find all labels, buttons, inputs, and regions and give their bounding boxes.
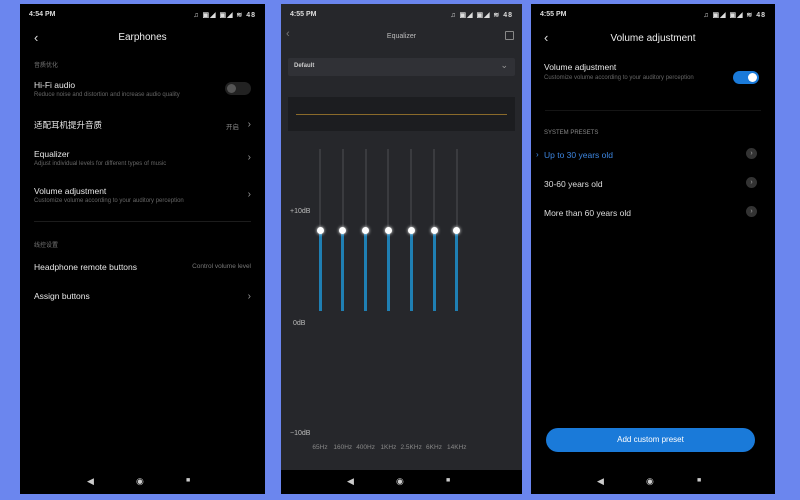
nav-recents-icon[interactable]: ■	[446, 477, 450, 484]
preset-label: More than 60 years old	[544, 208, 631, 218]
row-value: 开启	[226, 124, 239, 131]
nav-back-icon[interactable]: ◀	[347, 476, 354, 487]
row-subtitle: Adjust individual levels for different t…	[34, 161, 167, 167]
section-header: 线控设置	[34, 243, 59, 249]
slider-fill	[341, 230, 345, 311]
slider-fill	[318, 230, 322, 311]
status-bar: 4:54 PM ♫ ▣◢ ▣◢ ≋ 48	[29, 11, 256, 23]
slider-knob[interactable]	[430, 226, 438, 234]
slider-fill	[455, 230, 459, 311]
status-time: 4:55 PM	[540, 11, 567, 18]
nav-recents-icon[interactable]: ■	[186, 477, 190, 484]
status-time: 4:55 PM	[290, 11, 317, 18]
slider-knob[interactable]	[339, 226, 347, 234]
slider-fill	[409, 230, 413, 311]
equalizer-row[interactable]: Equalizer Adjust individual levels for d…	[34, 149, 251, 167]
adapt-row[interactable]: 适配耳机提升音质 开启 ›	[34, 119, 251, 131]
preset-item-selected[interactable]: › Up to 30 years old ›	[536, 148, 757, 160]
nav-home-icon[interactable]: ◉	[136, 476, 144, 487]
slider-knob[interactable]	[453, 226, 461, 234]
assign-buttons-row[interactable]: Assign buttons ›	[34, 291, 251, 302]
section-header: SYSTEM PRESETS	[544, 130, 599, 136]
volume-adjustment-toggle[interactable]	[733, 71, 759, 84]
slider-knob[interactable]	[362, 226, 370, 234]
nav-home-icon[interactable]: ◉	[646, 476, 654, 487]
slider-fill	[432, 230, 436, 311]
section-header: 音质优化	[34, 63, 59, 69]
slider-fill	[386, 230, 390, 311]
status-time: 4:54 PM	[29, 11, 56, 18]
row-title: Volume adjustment	[34, 186, 107, 196]
chevron-right-icon: ›	[247, 189, 251, 200]
status-icons: ♫ ▣◢ ▣◢ ≋ 48	[193, 12, 256, 19]
slider-knob[interactable]	[407, 226, 415, 234]
nav-back-icon[interactable]: ◀	[87, 476, 94, 487]
nav-bar: ◀ ◉ ■	[281, 470, 522, 494]
slider-knob[interactable]	[316, 226, 324, 234]
status-icons: ♫ ▣◢ ▣◢ ≋ 48	[703, 12, 766, 19]
preset-label: 30-60 years old	[544, 179, 603, 189]
selected-indicator-icon: ›	[536, 150, 539, 159]
status-icons: ♫ ▣◢ ▣◢ ≋ 48	[450, 12, 513, 19]
eq-curve-preview	[288, 97, 515, 131]
row-title: Equalizer	[34, 149, 70, 159]
preset-item[interactable]: 30-60 years old ›	[544, 177, 757, 189]
row-title: Assign buttons	[34, 291, 90, 301]
earphones-screen: 4:54 PM ♫ ▣◢ ▣◢ ≋ 48 ‹ Earphones 音质优化 Hi-…	[20, 4, 265, 494]
volume-adjustment-toggle-row[interactable]: Volume adjustment Customize volume accor…	[544, 62, 761, 84]
page-title: Earphones	[118, 32, 167, 43]
chevron-right-icon: ›	[247, 291, 251, 302]
hifi-audio-row[interactable]: Hi-Fi audio Reduce noise and distortion …	[34, 80, 251, 98]
chevron-circle-icon[interactable]: ›	[746, 206, 757, 217]
chevron-circle-icon[interactable]: ›	[746, 177, 757, 188]
row-title: Hi-Fi audio	[34, 80, 76, 90]
row-subtitle: Customize volume according to your audit…	[34, 198, 184, 204]
add-custom-preset-button[interactable]: Add custom preset	[546, 428, 755, 452]
status-bar: 4:55 PM ♫ ▣◢ ▣◢ ≋ 48	[290, 11, 513, 23]
db-label: −10dB	[290, 430, 311, 437]
preset-label: Up to 30 years old	[544, 150, 613, 160]
nav-bar: ◀ ◉ ■	[20, 470, 265, 494]
nav-back-icon[interactable]: ◀	[597, 476, 604, 487]
volume-adjustment-row[interactable]: Volume adjustment Customize volume accor…	[34, 186, 251, 204]
slider-knob[interactable]	[384, 226, 392, 234]
chevron-circle-icon[interactable]: ›	[746, 148, 757, 159]
chevron-right-icon: ›	[247, 152, 251, 163]
hifi-toggle[interactable]	[225, 82, 251, 95]
nav-home-icon[interactable]: ◉	[396, 476, 404, 487]
row-title: 适配耳机提升音质	[34, 120, 103, 130]
page-title: Volume adjustment	[610, 33, 696, 44]
divider	[545, 110, 761, 111]
row-title: Volume adjustment	[544, 62, 617, 72]
save-icon[interactable]	[505, 31, 514, 40]
db-label: +10dB	[290, 208, 311, 215]
divider	[34, 221, 251, 222]
volume-adjustment-screen: 4:55 PM ♫ ▣◢ ▣◢ ≋ 48 ‹ Volume adjustment …	[531, 4, 775, 494]
nav-recents-icon[interactable]: ■	[697, 477, 701, 484]
band-label: 14KHz	[447, 444, 467, 451]
status-bar: 4:55 PM ♫ ▣◢ ▣◢ ≋ 48	[540, 11, 766, 23]
preset-item[interactable]: More than 60 years old ›	[544, 206, 757, 218]
nav-bar: ◀ ◉ ■	[531, 470, 775, 494]
db-label: 0dB	[293, 320, 306, 327]
preset-value: Default	[294, 63, 315, 69]
preset-dropdown[interactable]: Default ⌄	[288, 58, 515, 76]
row-value: Control volume level	[192, 263, 251, 270]
equalizer-screen: 4:55 PM ♫ ▣◢ ▣◢ ≋ 48 ‹ Equalizer Default …	[281, 4, 522, 494]
headphone-remote-row[interactable]: Headphone remote buttons Control volume …	[34, 262, 251, 272]
row-subtitle: Reduce noise and distortion and increase…	[34, 92, 180, 98]
page-title: Equalizer	[386, 33, 417, 40]
row-subtitle: Customize volume according to your audit…	[544, 75, 694, 81]
chevron-down-icon: ⌄	[500, 60, 508, 70]
slider-fill	[364, 230, 368, 311]
chevron-right-icon: ›	[247, 119, 251, 130]
